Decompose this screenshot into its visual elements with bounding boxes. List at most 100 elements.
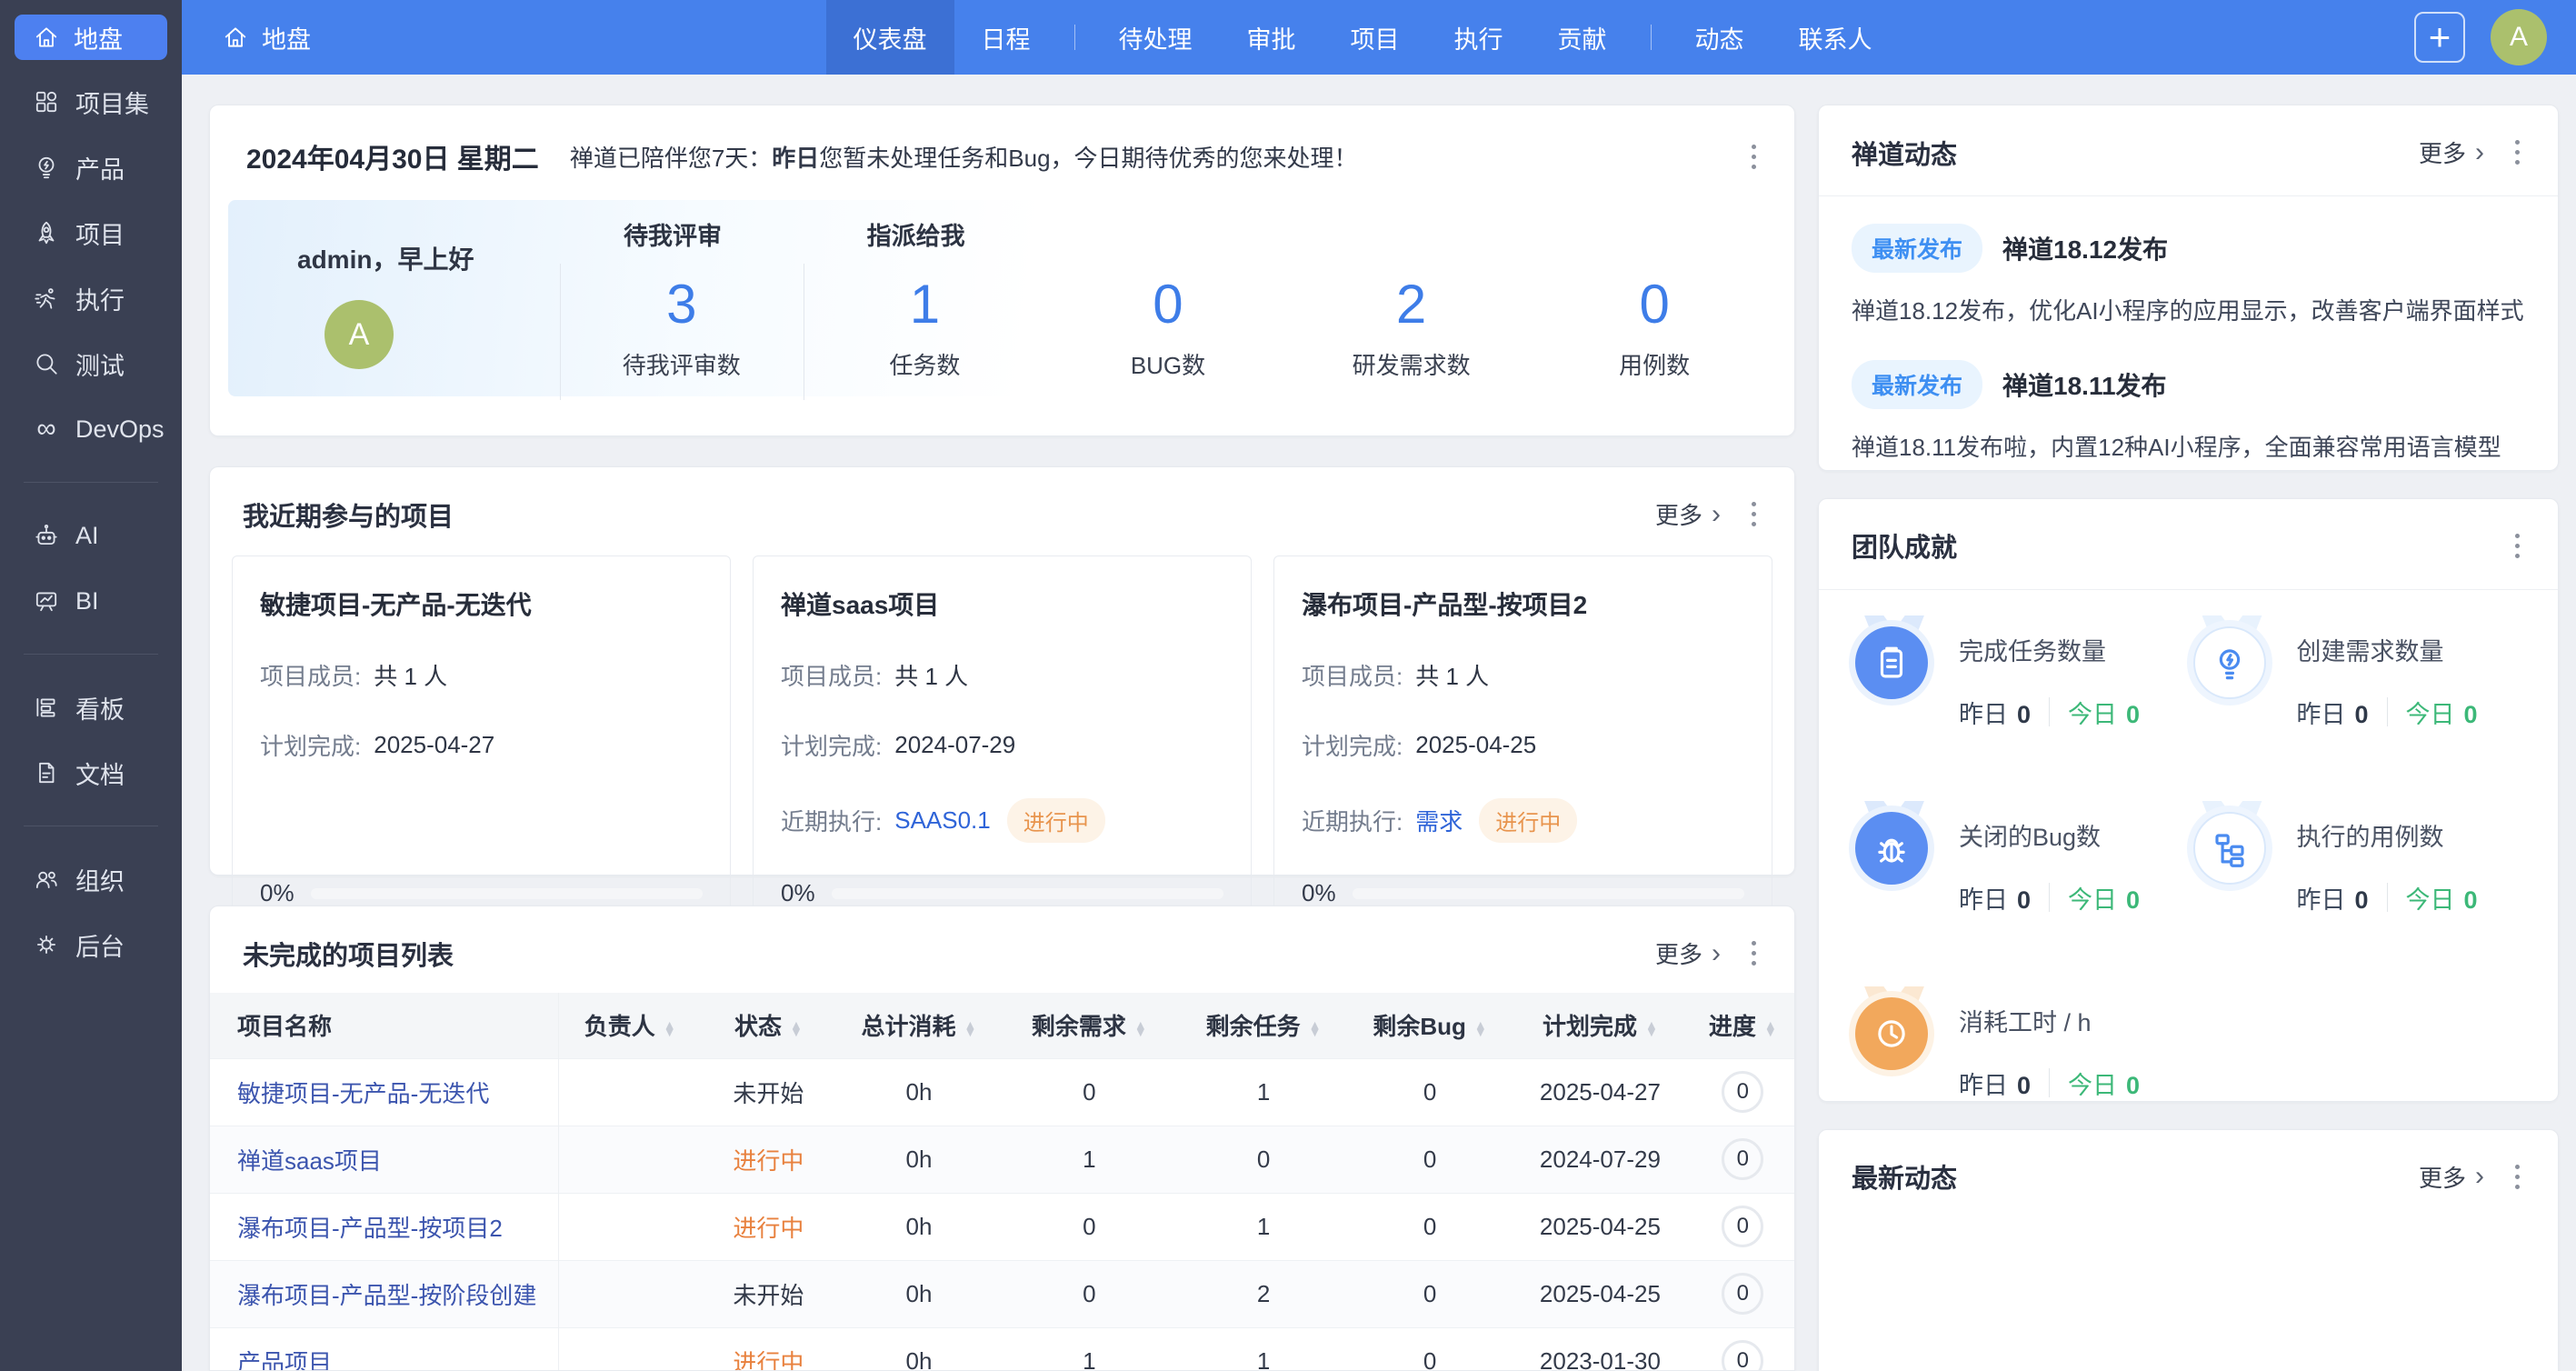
more-link[interactable]: 更多› [2419, 135, 2484, 169]
stat-task-count: 指派给我 1 任务数 [804, 216, 1047, 396]
sidebar-item-document[interactable]: 文档 [0, 740, 182, 806]
section-title: 团队成就 [1852, 526, 2508, 565]
achievement-label: 完成任务数量 [1959, 632, 2140, 667]
yesterday-value: 昨日0 [2297, 880, 2369, 916]
sort-icon[interactable]: ▲▼ [1474, 1021, 1487, 1036]
kebab-menu-icon[interactable] [2508, 133, 2527, 172]
sidebar-item-organization[interactable]: 组织 [0, 846, 182, 912]
progress-cell: 0 [1692, 1126, 1794, 1193]
project-card[interactable]: 瀑布项目-产品型-按项目2 项目成员:共 1 人 计划完成:2025-04-25… [1273, 555, 1772, 932]
more-link[interactable]: 更多› [1655, 497, 1721, 531]
project-card[interactable]: 敏捷项目-无产品-无迭代 项目成员:共 1 人 计划完成:2025-04-27 … [232, 555, 731, 932]
tab-todo[interactable]: 待处理 [1092, 0, 1220, 75]
kebab-menu-icon[interactable] [2508, 1157, 2527, 1196]
tab-project[interactable]: 项目 [1323, 0, 1427, 75]
stat-story-count: 2 研发需求数 [1290, 216, 1533, 396]
sidebar-item-dashboard[interactable]: 地盘 [15, 15, 167, 60]
kebab-menu-icon[interactable] [1744, 137, 1763, 176]
sidebar-item-product[interactable]: 产品 [0, 135, 182, 200]
tab-approval[interactable]: 审批 [1220, 0, 1323, 75]
sidebar-item-ai[interactable]: AI [0, 503, 182, 568]
project-name[interactable]: 禅道saas项目 [781, 585, 1223, 622]
stat-group-title: 待我评审 [560, 216, 804, 260]
stat-value[interactable]: 2 [1290, 260, 1533, 347]
consumed-cell: 0h [835, 1126, 1002, 1193]
news-title[interactable]: 禅道18.12发布 [2002, 230, 2168, 266]
sidebar-item-execution[interactable]: 执行 [0, 265, 182, 331]
stat-value[interactable]: 0 [1046, 260, 1290, 347]
more-link[interactable]: 更多› [1655, 936, 1721, 970]
sidebar-item-kanban[interactable]: 看板 [0, 675, 182, 740]
project-link[interactable]: 禅道saas项目 [237, 1143, 382, 1176]
stat-value[interactable]: 1 [804, 260, 1047, 347]
table-row: 禅道saas项目 进行中 0h 1 0 0 2024-07-29 0 [210, 1126, 1794, 1193]
sidebar-item-test[interactable]: 测试 [0, 331, 182, 396]
project-name[interactable]: 敏捷项目-无产品-无迭代 [260, 585, 703, 622]
execution-link[interactable]: 需求 [1415, 804, 1463, 837]
news-item[interactable]: 最新发布 禅道18.11发布 禅道18.11发布啦，内置12种AI小程序，全面兼… [1819, 333, 2558, 469]
sidebar-item-label: 看板 [75, 690, 125, 726]
sort-icon[interactable]: ▲▼ [790, 1021, 803, 1036]
sidebar-item-project-set[interactable]: 项目集 [0, 69, 182, 135]
project-link[interactable]: 瀑布项目-产品型-按阶段创建 [237, 1277, 536, 1311]
sort-icon[interactable]: ▲▼ [1645, 1021, 1658, 1036]
kebab-menu-icon[interactable] [2508, 526, 2527, 565]
tab-dashboard[interactable]: 仪表盘 [826, 0, 954, 75]
kebab-menu-icon[interactable] [1744, 495, 1763, 534]
left-story-cell: 1 [1002, 1327, 1176, 1371]
column-header[interactable]: 剩余Bug▲▼ [1351, 993, 1509, 1058]
column-header[interactable]: 负责人▲▼ [558, 993, 701, 1058]
today-value: 今日0 [2406, 695, 2478, 730]
current-date: 2024年04月30日 星期二 [246, 136, 539, 176]
sidebar-item-admin[interactable]: 后台 [0, 912, 182, 977]
news-description: 禅道18.11发布啦，内置12种AI小程序，全面兼容常用语言模型 [1852, 431, 2525, 464]
sort-icon[interactable]: ▲▼ [1764, 1021, 1777, 1036]
column-header[interactable]: 计划完成▲▼ [1509, 993, 1691, 1058]
execution-link[interactable]: SAAS0.1 [894, 806, 991, 835]
column-header[interactable]: 剩余需求▲▼ [1002, 993, 1176, 1058]
more-link[interactable]: 更多› [2419, 1160, 2484, 1194]
sort-icon[interactable]: ▲▼ [964, 1021, 977, 1036]
column-header[interactable]: 总计消耗▲▼ [835, 993, 1002, 1058]
stat-label: 用例数 [1533, 347, 1776, 381]
sidebar-item-bi[interactable]: BI [0, 568, 182, 634]
column-header[interactable]: 剩余任务▲▼ [1176, 993, 1351, 1058]
tab-execution[interactable]: 执行 [1427, 0, 1531, 75]
breadcrumb[interactable]: 地盘 [222, 20, 311, 55]
achievement-run-cases: 执行的用例数 昨日0 今日0 [2193, 812, 2531, 916]
user-avatar[interactable]: A [324, 300, 394, 369]
owner-cell [558, 1193, 701, 1260]
tab-dynamic[interactable]: 动态 [1668, 0, 1772, 75]
stat-case-count: 0 用例数 [1533, 216, 1776, 396]
project-card[interactable]: 禅道saas项目 项目成员:共 1 人 计划完成:2024-07-29 近期执行… [753, 555, 1252, 932]
news-item[interactable]: 最新发布 禅道18.12发布 禅道18.12发布，优化AI小程序的应用显示，改善… [1819, 196, 2558, 333]
sidebar-item-project[interactable]: 项目 [0, 200, 182, 265]
chevron-right-icon: › [1712, 501, 1721, 528]
project-link[interactable]: 产品项目 [237, 1345, 332, 1371]
column-header[interactable]: 进度▲▼ [1692, 993, 1794, 1058]
sidebar-item-devops[interactable]: ∞ DevOps [0, 396, 182, 462]
sort-icon[interactable]: ▲▼ [664, 1021, 676, 1036]
kebab-menu-icon[interactable] [1744, 934, 1763, 973]
project-link[interactable]: 敏捷项目-无产品-无迭代 [237, 1076, 489, 1109]
tab-contacts[interactable]: 联系人 [1772, 0, 1900, 75]
release-badge: 最新发布 [1852, 224, 1982, 273]
tab-contribution[interactable]: 贡献 [1531, 0, 1634, 75]
sort-icon[interactable]: ▲▼ [1309, 1021, 1322, 1036]
zentao-news-card: 禅道动态 更多› 最新发布 禅道18.12发布 禅道18.12发布，优化AI小程… [1818, 105, 2559, 471]
project-name[interactable]: 瀑布项目-产品型-按项目2 [1302, 585, 1744, 622]
sidebar-item-label: 产品 [75, 150, 125, 185]
stat-value[interactable]: 0 [1533, 260, 1776, 347]
column-header[interactable]: 状态▲▼ [701, 993, 835, 1058]
section-title: 禅道动态 [1852, 134, 2419, 172]
field-label: 项目成员: [260, 658, 361, 692]
progress-row: 0% [260, 879, 703, 907]
user-avatar[interactable]: A [2491, 9, 2547, 65]
section-header: 团队成就 [1819, 499, 2558, 590]
stat-value[interactable]: 3 [560, 260, 804, 347]
tab-calendar[interactable]: 日程 [954, 0, 1058, 75]
news-title[interactable]: 禅道18.11发布 [2002, 366, 2167, 403]
project-link[interactable]: 瀑布项目-产品型-按项目2 [237, 1210, 503, 1244]
create-button[interactable]: + [2414, 12, 2465, 63]
sort-icon[interactable]: ▲▼ [1134, 1021, 1147, 1036]
